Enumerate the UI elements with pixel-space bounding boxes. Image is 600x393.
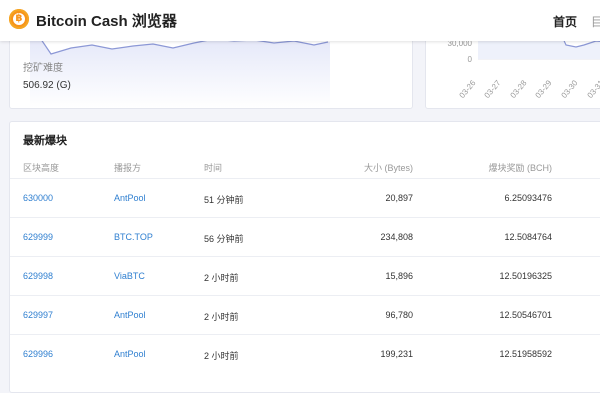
block-time: 51 分钟前 bbox=[204, 195, 244, 205]
site-title[interactable]: Bitcoin Cash 浏览器 bbox=[36, 10, 177, 31]
block-height-link[interactable]: 630000 bbox=[23, 193, 53, 203]
block-height-link[interactable]: 629998 bbox=[23, 271, 53, 281]
miner-link[interactable]: AntPool bbox=[114, 349, 146, 359]
x-tick: 03-30 bbox=[559, 78, 579, 100]
column-header-time: 时间 bbox=[204, 163, 223, 173]
x-tick: 03-31 bbox=[585, 78, 600, 100]
y-tick-0: 0 bbox=[468, 55, 473, 64]
nav-home-link[interactable]: 首页 bbox=[553, 13, 577, 30]
miner-link[interactable]: ViaBTC bbox=[114, 271, 145, 281]
table-row: 629998 ViaBTC 2 小时前 15,896 12.50196325 bbox=[10, 256, 600, 296]
block-size: 199,231 bbox=[380, 349, 413, 359]
column-header-height: 区块高度 bbox=[23, 163, 60, 173]
block-size: 234,808 bbox=[380, 232, 413, 242]
x-tick: 03-26 bbox=[457, 78, 477, 100]
x-tick: 03-27 bbox=[482, 78, 502, 100]
block-height-link[interactable]: 629999 bbox=[23, 232, 53, 242]
column-header-size: 大小 (Bytes) bbox=[363, 163, 413, 173]
difficulty-value: 506.92 (G) bbox=[23, 80, 71, 91]
block-reward: 12.51958592 bbox=[499, 349, 552, 359]
block-size: 96,780 bbox=[385, 310, 413, 320]
table-row: 629997 AntPool 2 小时前 96,780 12.50546701 bbox=[10, 295, 600, 335]
column-header-reward: 爆块奖励 (BCH) bbox=[488, 163, 553, 173]
bitcoin-cash-logo-icon[interactable]: ฿ bbox=[9, 9, 29, 29]
difficulty-label: 挖矿难度 bbox=[23, 63, 63, 74]
block-reward: 6.25093476 bbox=[504, 193, 552, 203]
miner-link[interactable]: AntPool bbox=[114, 310, 146, 320]
miner-link[interactable]: BTC.TOP bbox=[114, 232, 153, 242]
block-reward: 12.50196325 bbox=[499, 271, 552, 281]
table-row: 629999 BTC.TOP 56 分钟前 234,808 12.5084764 bbox=[10, 217, 600, 257]
block-height-link[interactable]: 629996 bbox=[23, 349, 53, 359]
block-time: 2 小时前 bbox=[204, 312, 239, 322]
table-row: 629996 AntPool 2 小时前 199,231 12.51958592 bbox=[10, 334, 600, 374]
block-reward: 12.5084764 bbox=[504, 232, 552, 242]
latest-blocks-panel: 最新爆块 区块高度 播报方 时间 大小 (Bytes) 爆块奖励 (BCH) 6… bbox=[9, 121, 600, 393]
block-size: 20,897 bbox=[385, 193, 413, 203]
miner-link[interactable]: AntPool bbox=[114, 193, 146, 203]
block-height-link[interactable]: 629997 bbox=[23, 310, 53, 320]
block-reward: 12.50546701 bbox=[499, 310, 552, 320]
block-time: 2 小时前 bbox=[204, 351, 239, 361]
block-size: 15,896 bbox=[385, 271, 413, 281]
table-row: 630000 AntPool 51 分钟前 20,897 6.25093476 bbox=[10, 178, 600, 218]
column-header-miner: 播报方 bbox=[114, 163, 142, 173]
latest-blocks-title: 最新爆块 bbox=[23, 135, 67, 147]
top-nav-bar: ฿ Bitcoin Cash 浏览器 首页 目 bbox=[0, 0, 600, 41]
block-time: 2 小时前 bbox=[204, 273, 239, 283]
block-time: 56 分钟前 bbox=[204, 234, 244, 244]
x-tick: 03-29 bbox=[533, 78, 553, 100]
nav-item-partial[interactable]: 目 bbox=[591, 13, 600, 30]
x-tick: 03-28 bbox=[508, 78, 528, 100]
